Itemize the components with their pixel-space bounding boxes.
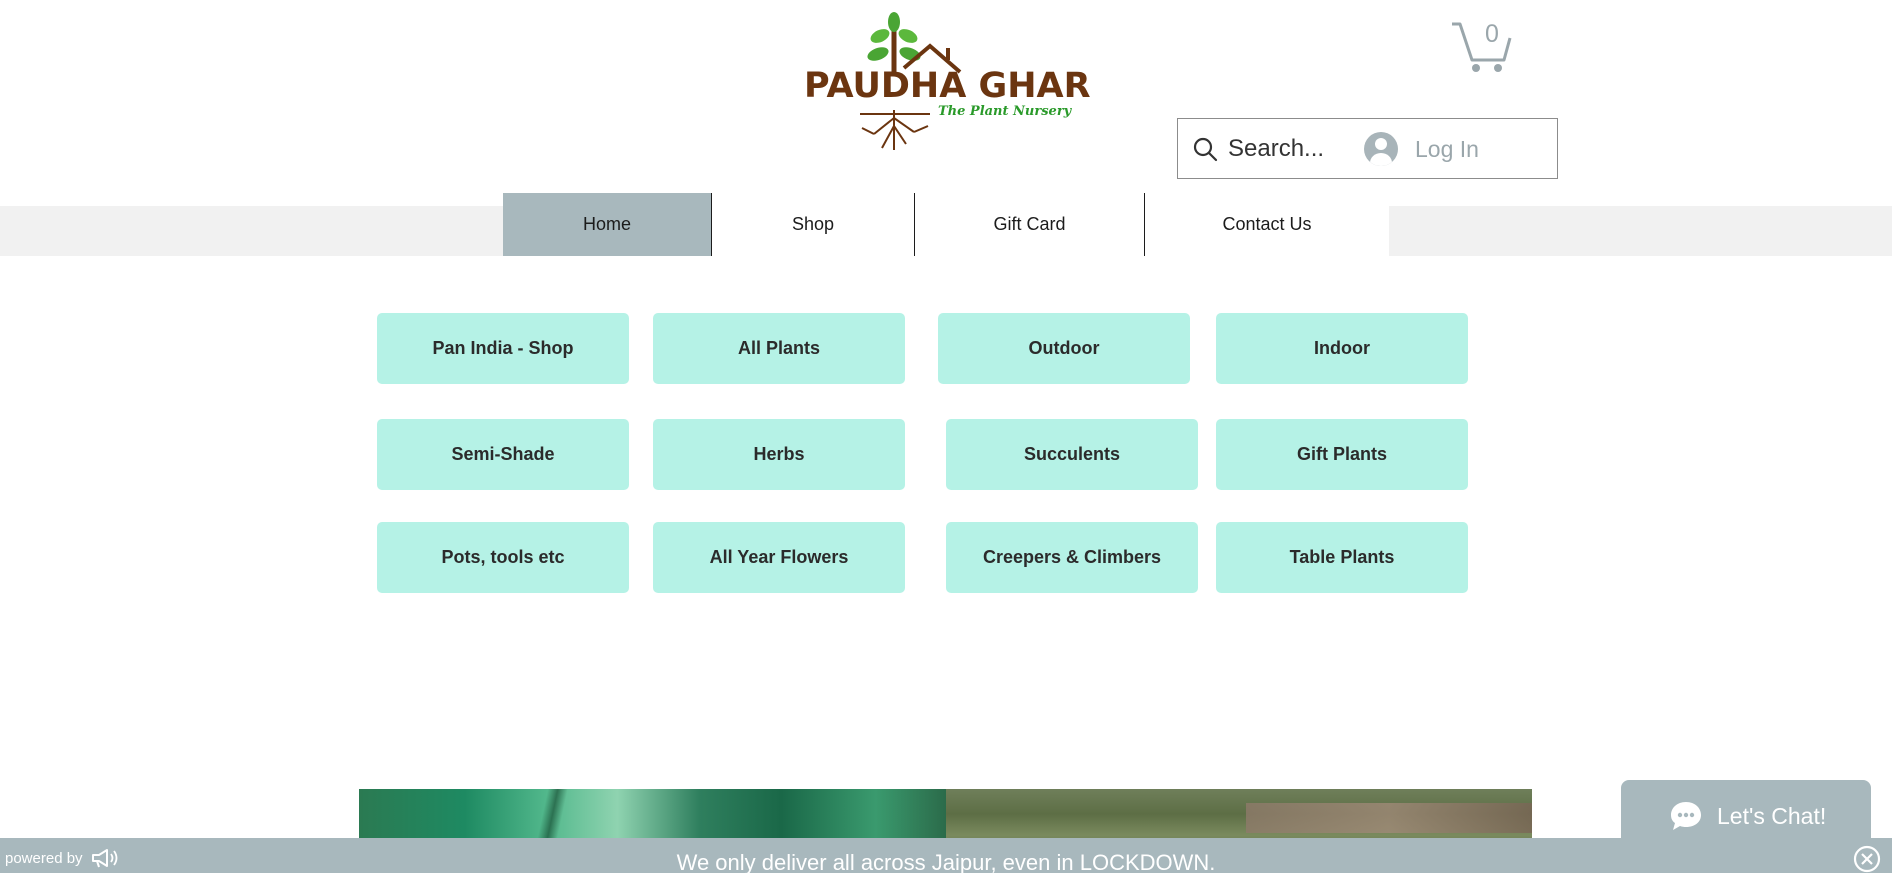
avatar-icon	[1364, 132, 1398, 166]
category-button-all-plants[interactable]: All Plants	[653, 313, 905, 384]
category-button-semi-shade[interactable]: Semi-Shade	[377, 419, 629, 490]
announcement-text: We only deliver all across Jaipur, even …	[676, 850, 1216, 873]
chat-bubble-icon	[1671, 802, 1701, 830]
category-button-pots-tools[interactable]: Pots, tools etc	[377, 522, 629, 593]
nav-item-gift-card[interactable]: Gift Card	[915, 193, 1145, 256]
announcement-bar: powered by We only deliver all across Ja…	[0, 838, 1892, 873]
chat-label: Let's Chat!	[1717, 802, 1827, 829]
category-button-all-year-flowers[interactable]: All Year Flowers	[653, 522, 905, 593]
search-input[interactable]	[1228, 131, 1338, 167]
login-label: Log In	[1415, 135, 1479, 162]
nav-item-home[interactable]: Home	[503, 193, 712, 256]
nav-item-contact-us[interactable]: Contact Us	[1145, 193, 1389, 256]
category-button-herbs[interactable]: Herbs	[653, 419, 905, 490]
category-button-creepers-climbers[interactable]: Creepers & Climbers	[946, 522, 1198, 593]
cart-button[interactable]: 0	[1450, 18, 1514, 74]
chat-widget-button[interactable]: Let's Chat!	[1621, 780, 1871, 852]
cart-count: 0	[1485, 20, 1499, 48]
login-button[interactable]: Log In	[1364, 127, 1479, 171]
category-button-succulents[interactable]: Succulents	[946, 419, 1198, 490]
logo-brand-text: PAUDHA GHAR	[804, 66, 1091, 106]
category-button-pan-india-shop[interactable]: Pan India - Shop	[377, 313, 629, 384]
category-button-table-plants[interactable]: Table Plants	[1216, 522, 1468, 593]
category-button-outdoor[interactable]: Outdoor	[938, 313, 1190, 384]
main-nav: Home Shop Gift Card Contact Us	[503, 193, 1389, 256]
search-icon	[1193, 137, 1218, 162]
site-logo[interactable]: PAUDHA GHAR The Plant Nursery	[800, 10, 1091, 158]
close-icon[interactable]	[1853, 845, 1881, 873]
category-button-gift-plants[interactable]: Gift Plants	[1216, 419, 1468, 490]
search-login-box: Log In	[1177, 118, 1558, 179]
nav-item-shop[interactable]: Shop	[712, 193, 915, 256]
category-button-indoor[interactable]: Indoor	[1216, 313, 1468, 384]
logo-tagline: The Plant Nursery	[938, 104, 1072, 119]
